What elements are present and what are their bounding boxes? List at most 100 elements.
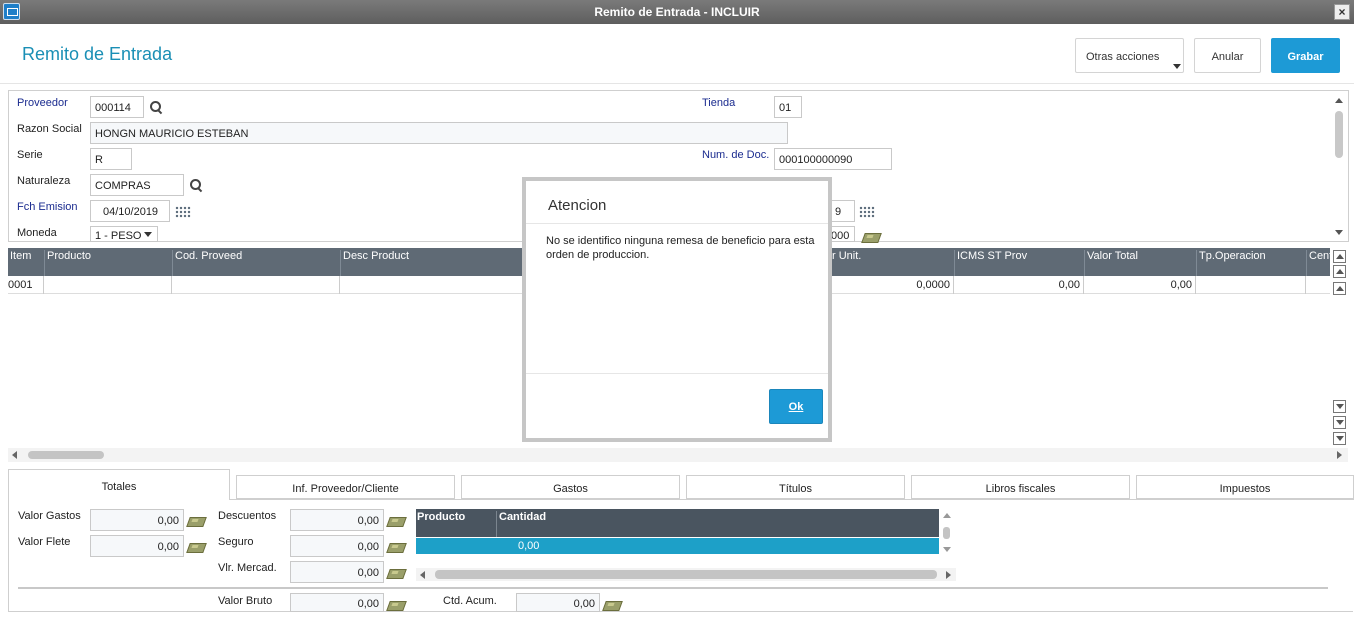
scroll-down-button[interactable] (1333, 400, 1346, 413)
ctd-acum-field[interactable]: 0,00 (516, 593, 600, 612)
col-header[interactable]: Item (8, 250, 31, 276)
cell-producto[interactable] (44, 276, 172, 294)
money-icon[interactable] (388, 567, 406, 579)
valor-gastos-field[interactable]: 0,00 (90, 509, 184, 531)
scroll-thumb[interactable] (435, 570, 937, 579)
vlr-mercad-label: Vlr. Mercad. (218, 562, 277, 574)
tienda-field[interactable]: 01 (774, 96, 802, 118)
scroll-bottom-button[interactable] (1333, 432, 1346, 445)
window-title: Remito de Entrada - INCLUIR (594, 5, 760, 19)
cell-cod-proveed[interactable] (172, 276, 340, 294)
grid-horizontal-scrollbar[interactable] (8, 448, 1348, 462)
scroll-up-icon[interactable] (1335, 98, 1343, 103)
search-icon[interactable] (149, 100, 163, 114)
arrow-down-icon (1336, 436, 1344, 441)
valor-bruto-label: Valor Bruto (218, 595, 273, 607)
totals-divider (18, 587, 1328, 589)
money-icon[interactable] (188, 515, 206, 527)
col-header[interactable]: Producto (417, 511, 465, 523)
scroll-left-icon[interactable] (12, 451, 17, 459)
tab-totales[interactable]: Totales (8, 469, 230, 500)
col-header[interactable]: Desc Product (340, 250, 409, 276)
scroll-thumb[interactable] (28, 451, 104, 459)
page-down-button[interactable] (1333, 416, 1346, 429)
dialog-title: Atencion (548, 197, 607, 214)
dialog-divider (526, 223, 828, 224)
header-divider (0, 83, 1354, 84)
scroll-thumb[interactable] (1335, 111, 1343, 158)
cell-tp-operacion[interactable] (1196, 276, 1306, 294)
scroll-left-icon[interactable] (420, 571, 425, 579)
cell-icms[interactable]: 0,00 (954, 276, 1084, 294)
window-title-bar: Remito de Entrada - INCLUIR (0, 0, 1354, 24)
page-up-button[interactable] (1333, 265, 1346, 278)
col-header[interactable]: r Unit. (830, 250, 861, 276)
search-icon[interactable] (189, 178, 203, 192)
tab-gastos[interactable]: Gastos (461, 475, 680, 499)
fch-emision-field[interactable]: 04/10/2019 (90, 200, 170, 222)
ok-button[interactable]: Ok (769, 389, 823, 424)
calendar-icon[interactable] (175, 206, 191, 218)
razon-social-field[interactable]: HONGN MAURICIO ESTEBAN (90, 122, 788, 144)
serie-field[interactable]: R (90, 148, 132, 170)
cell-total[interactable]: 0,00 (1084, 276, 1196, 294)
mini-grid-hscroll[interactable] (416, 568, 956, 581)
col-header[interactable]: Producto (44, 250, 91, 276)
col-header[interactable]: Valor Total (1084, 250, 1138, 276)
scroll-right-icon[interactable] (946, 571, 951, 579)
valor-gastos-label: Valor Gastos (18, 510, 81, 522)
proveedor-field[interactable]: 000114 (90, 96, 144, 118)
money-icon[interactable] (863, 231, 881, 243)
seguro-label: Seguro (218, 536, 254, 548)
scroll-thumb[interactable] (943, 527, 950, 539)
col-header[interactable]: Centr (1306, 250, 1336, 276)
scroll-up-icon[interactable] (943, 513, 951, 518)
num-doc-field[interactable]: 000100000090 (774, 148, 892, 170)
col-header[interactable]: Cantidad (496, 511, 546, 537)
chevron-down-icon (1173, 64, 1181, 69)
money-icon[interactable] (188, 541, 206, 553)
other-actions-button[interactable]: Otras acciones (1075, 38, 1184, 73)
money-icon[interactable] (604, 599, 622, 611)
money-icon[interactable] (388, 599, 406, 611)
naturaleza-label: Naturaleza (17, 175, 71, 187)
scroll-top-button[interactable] (1333, 250, 1346, 263)
tab-inf-proveedor[interactable]: Inf. Proveedor/Cliente (236, 475, 455, 499)
money-icon[interactable] (388, 541, 406, 553)
money-icon[interactable] (388, 515, 406, 527)
cell-item[interactable]: 0001 (8, 276, 44, 294)
scroll-right-icon[interactable] (1337, 451, 1342, 459)
save-button[interactable]: Grabar (1271, 38, 1340, 73)
col-header[interactable]: Tp.Operacion (1196, 250, 1266, 276)
fch-emision-label: Fch Emision (17, 201, 78, 213)
num-doc-label: Num. de Doc. (702, 149, 770, 161)
scroll-down-icon[interactable] (943, 547, 951, 552)
calendar-icon[interactable] (859, 206, 875, 218)
form-scrollbar[interactable] (1333, 94, 1345, 240)
arrow-up-icon (1336, 269, 1344, 274)
descuentos-field[interactable]: 0,00 (290, 509, 384, 531)
scroll-down-icon[interactable] (1335, 230, 1343, 235)
arrow-down-icon (1336, 404, 1344, 409)
col-header[interactable]: ICMS ST Prov (954, 250, 1027, 276)
tab-titulos[interactable]: Títulos (686, 475, 905, 499)
seguro-field[interactable]: 0,00 (290, 535, 384, 557)
scroll-up-button[interactable] (1333, 282, 1346, 295)
other-actions-label: Otras acciones (1086, 51, 1160, 63)
table-row[interactable]: 0,00 (416, 538, 939, 554)
close-button[interactable]: × (1334, 4, 1350, 20)
mini-cell-cantidad[interactable]: 0,00 (518, 540, 539, 552)
mini-grid-vscroll[interactable] (941, 511, 953, 555)
alert-dialog: Atencion No se identifico ninguna remesa… (522, 177, 832, 442)
naturaleza-field[interactable]: COMPRAS (90, 174, 184, 196)
app-icon (3, 3, 20, 20)
valor-bruto-field[interactable]: 0,00 (290, 593, 384, 612)
cancel-button[interactable]: Anular (1194, 38, 1261, 73)
vlr-mercad-field[interactable]: 0,00 (290, 561, 384, 583)
col-header[interactable]: Cod. Proveed (172, 250, 242, 276)
tab-libros-fiscales[interactable]: Libros fiscales (911, 475, 1130, 499)
valor-flete-field[interactable]: 0,00 (90, 535, 184, 557)
tab-impuestos[interactable]: Impuestos (1136, 475, 1354, 499)
cell-unit[interactable]: 0,0000 (830, 276, 954, 294)
moneda-label: Moneda (17, 227, 57, 239)
